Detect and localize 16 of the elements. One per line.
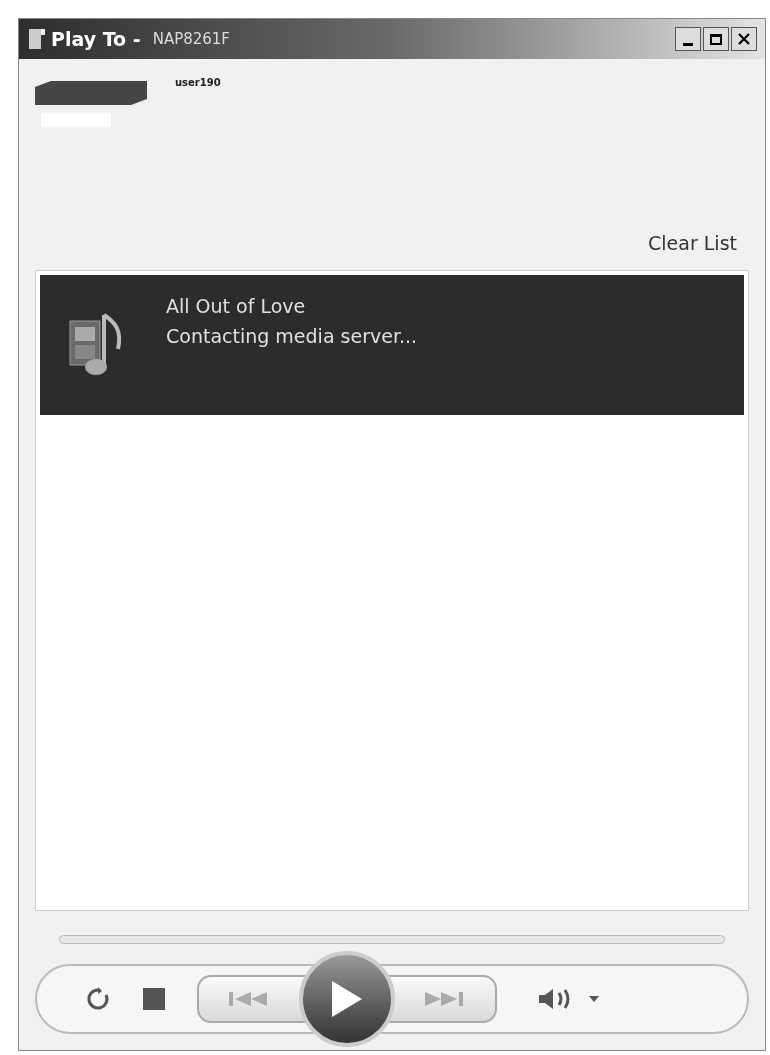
window-title: Play To - xyxy=(51,26,141,52)
minimize-button[interactable] xyxy=(675,27,701,51)
close-button[interactable] xyxy=(731,27,757,51)
device-name: NAP8261F xyxy=(152,28,230,50)
play-icon xyxy=(330,979,364,1019)
dropdown-caret-icon xyxy=(589,996,599,1002)
song-status: Contacting media server... xyxy=(166,323,418,349)
song-title: All Out of Love xyxy=(166,293,307,319)
volume-button[interactable] xyxy=(537,987,599,1011)
app-icon xyxy=(27,27,47,51)
repeat-button[interactable] xyxy=(85,986,111,1012)
device-label: user190 xyxy=(175,76,221,90)
close-icon xyxy=(738,33,750,45)
maximize-button[interactable] xyxy=(703,27,729,51)
clear-list-link[interactable]: Clear List xyxy=(648,229,737,258)
playlist-item[interactable]: All Out of Love Contacting media server... xyxy=(40,274,744,415)
